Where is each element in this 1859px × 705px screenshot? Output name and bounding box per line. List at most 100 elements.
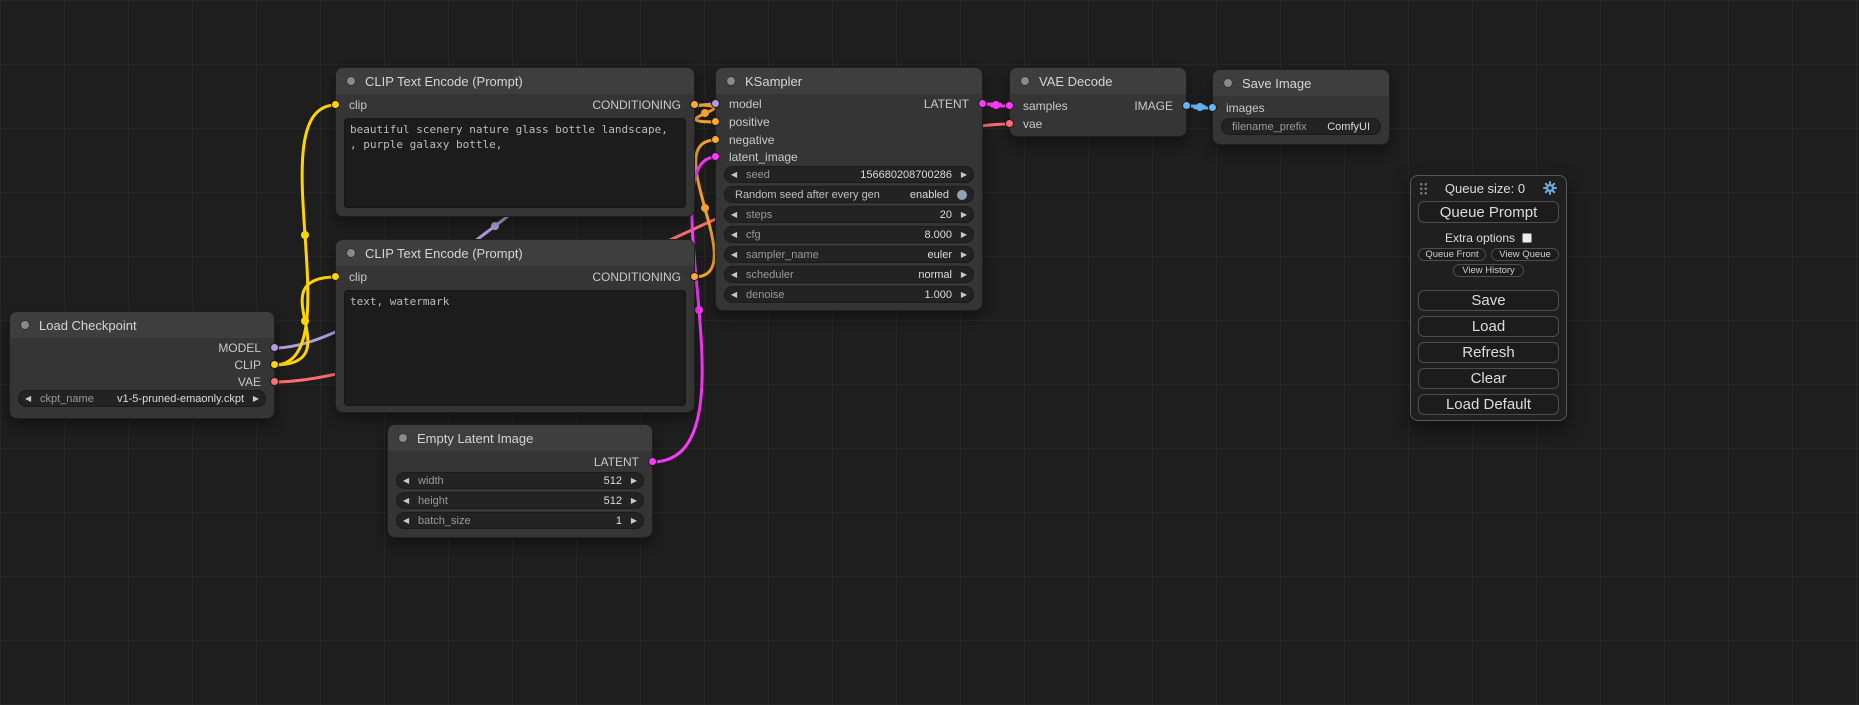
- input-slot-model[interactable]: [711, 99, 720, 108]
- refresh-button[interactable]: Refresh: [1418, 342, 1559, 363]
- denoise-widget[interactable]: ◀ denoise 1.000 ▶: [724, 286, 974, 303]
- decrement-arrow-icon[interactable]: ◀: [731, 266, 742, 283]
- drag-handle-icon[interactable]: [1419, 182, 1428, 195]
- input-slot-images[interactable]: [1208, 103, 1217, 112]
- node-title-bar[interactable]: CLIP Text Encode (Prompt): [336, 240, 694, 266]
- increment-arrow-icon[interactable]: ▶: [956, 226, 967, 243]
- output-slot-conditioning[interactable]: [690, 272, 699, 281]
- save-button[interactable]: Save: [1418, 290, 1559, 311]
- widget-value: ComfyUI: [1327, 121, 1374, 133]
- decrement-arrow-icon[interactable]: ◀: [731, 166, 742, 183]
- node-title-bar[interactable]: Empty Latent Image: [388, 425, 652, 451]
- node-title-bar[interactable]: Load Checkpoint: [10, 312, 274, 338]
- output-label-conditioning: CONDITIONING: [592, 268, 681, 286]
- decrement-arrow-icon[interactable]: ◀: [25, 390, 36, 407]
- increment-arrow-icon[interactable]: ▶: [626, 472, 637, 489]
- height-widget[interactable]: ◀ height 512 ▶: [396, 492, 644, 509]
- input-slot-clip[interactable]: [331, 100, 340, 109]
- increment-arrow-icon[interactable]: ▶: [956, 166, 967, 183]
- input-slot-negative[interactable]: [711, 135, 720, 144]
- view-queue-button[interactable]: View Queue: [1491, 248, 1559, 261]
- node-save-image[interactable]: Save Image images filename_prefix ComfyU…: [1213, 70, 1389, 144]
- clear-button[interactable]: Clear: [1418, 368, 1559, 389]
- collapse-dot-icon[interactable]: [726, 76, 736, 86]
- output-slot-latent[interactable]: [648, 457, 657, 466]
- decrement-arrow-icon[interactable]: ◀: [731, 286, 742, 303]
- batch-size-widget[interactable]: ◀ batch_size 1 ▶: [396, 512, 644, 529]
- input-slot-latent-image[interactable]: [711, 152, 720, 161]
- decrement-arrow-icon[interactable]: ◀: [403, 492, 414, 509]
- collapse-dot-icon[interactable]: [398, 433, 408, 443]
- ckpt-name-widget[interactable]: ◀ ckpt_name v1-5-pruned-emaonly.ckpt ▶: [18, 390, 266, 407]
- decrement-arrow-icon[interactable]: ◀: [403, 472, 414, 489]
- load-button[interactable]: Load: [1418, 316, 1559, 337]
- filename-prefix-widget[interactable]: filename_prefix ComfyUI: [1221, 118, 1381, 135]
- node-title: Load Checkpoint: [39, 318, 137, 333]
- increment-arrow-icon[interactable]: ▶: [956, 206, 967, 223]
- node-title: CLIP Text Encode (Prompt): [365, 74, 523, 89]
- decrement-arrow-icon[interactable]: ◀: [731, 206, 742, 223]
- increment-arrow-icon[interactable]: ▶: [956, 286, 967, 303]
- output-slot-conditioning[interactable]: [690, 100, 699, 109]
- node-vae-decode[interactable]: VAE Decode samples vae IMAGE: [1010, 68, 1186, 136]
- collapse-dot-icon[interactable]: [1223, 78, 1233, 88]
- collapse-dot-icon[interactable]: [346, 76, 356, 86]
- decrement-arrow-icon[interactable]: ◀: [403, 512, 414, 529]
- input-slot-samples[interactable]: [1005, 101, 1014, 110]
- queue-prompt-button[interactable]: Queue Prompt: [1418, 201, 1559, 223]
- output-slot-model[interactable]: [270, 343, 279, 352]
- queue-front-button[interactable]: Queue Front: [1418, 248, 1486, 261]
- widget-value: normal: [918, 269, 956, 281]
- node-title-bar[interactable]: Save Image: [1213, 70, 1389, 96]
- node-load-checkpoint[interactable]: Load Checkpoint MODEL CLIP VAE ◀ ckpt_na…: [10, 312, 274, 418]
- increment-arrow-icon[interactable]: ▶: [956, 246, 967, 263]
- node-title: Empty Latent Image: [417, 431, 533, 446]
- node-clip-text-encode-negative[interactable]: CLIP Text Encode (Prompt) clip CONDITION…: [336, 240, 694, 412]
- random-seed-widget[interactable]: Random seed after every gen enabled: [724, 186, 974, 203]
- collapse-dot-icon[interactable]: [346, 248, 356, 258]
- increment-arrow-icon[interactable]: ▶: [626, 492, 637, 509]
- node-title-bar[interactable]: CLIP Text Encode (Prompt): [336, 68, 694, 94]
- input-slot-clip[interactable]: [331, 272, 340, 281]
- prompt-textarea[interactable]: text, watermark: [344, 290, 686, 406]
- decrement-arrow-icon[interactable]: ◀: [731, 226, 742, 243]
- input-slot-positive[interactable]: [711, 117, 720, 126]
- width-widget[interactable]: ◀ width 512 ▶: [396, 472, 644, 489]
- view-history-button[interactable]: View History: [1453, 264, 1524, 277]
- sampler-name-widget[interactable]: ◀ sampler_name euler ▶: [724, 246, 974, 263]
- widget-value: 20: [940, 209, 956, 221]
- node-ksampler[interactable]: KSampler model positive negative latent_…: [716, 68, 982, 310]
- extra-options-checkbox[interactable]: [1522, 233, 1532, 243]
- output-slot-clip[interactable]: [270, 360, 279, 369]
- steps-widget[interactable]: ◀ steps 20 ▶: [724, 206, 974, 223]
- node-title-bar[interactable]: KSampler: [716, 68, 982, 94]
- output-slot-vae[interactable]: [270, 377, 279, 386]
- settings-gear-icon[interactable]: [1542, 180, 1558, 196]
- input-slot-vae[interactable]: [1005, 119, 1014, 128]
- scheduler-widget[interactable]: ◀ scheduler normal ▶: [724, 266, 974, 283]
- node-empty-latent-image[interactable]: Empty Latent Image LATENT ◀ width 512 ▶ …: [388, 425, 652, 537]
- input-label-clip: clip: [349, 96, 367, 114]
- output-slot-latent[interactable]: [978, 99, 987, 108]
- increment-arrow-icon[interactable]: ▶: [626, 512, 637, 529]
- extra-options-label: Extra options: [1445, 231, 1515, 245]
- cfg-widget[interactable]: ◀ cfg 8.000 ▶: [724, 226, 974, 243]
- collapse-dot-icon[interactable]: [20, 320, 30, 330]
- wire-clip-positive: [274, 105, 336, 365]
- collapse-dot-icon[interactable]: [1020, 76, 1030, 86]
- prompt-textarea[interactable]: beautiful scenery nature glass bottle la…: [344, 118, 686, 208]
- toggle-knob-icon[interactable]: [957, 190, 967, 200]
- widget-label: filename_prefix: [1232, 121, 1307, 133]
- output-label-image: IMAGE: [1134, 97, 1173, 115]
- seed-widget[interactable]: ◀ seed 156680208700286 ▶: [724, 166, 974, 183]
- decrement-arrow-icon[interactable]: ◀: [731, 246, 742, 263]
- node-title-bar[interactable]: VAE Decode: [1010, 68, 1186, 94]
- widget-value: 512: [604, 495, 626, 507]
- load-default-button[interactable]: Load Default: [1418, 394, 1559, 415]
- node-clip-text-encode-positive[interactable]: CLIP Text Encode (Prompt) clip CONDITION…: [336, 68, 694, 216]
- input-label-negative: negative: [729, 131, 774, 149]
- increment-arrow-icon[interactable]: ▶: [956, 266, 967, 283]
- increment-arrow-icon[interactable]: ▶: [248, 390, 259, 407]
- widget-label: ckpt_name: [40, 393, 94, 405]
- output-slot-image[interactable]: [1182, 101, 1191, 110]
